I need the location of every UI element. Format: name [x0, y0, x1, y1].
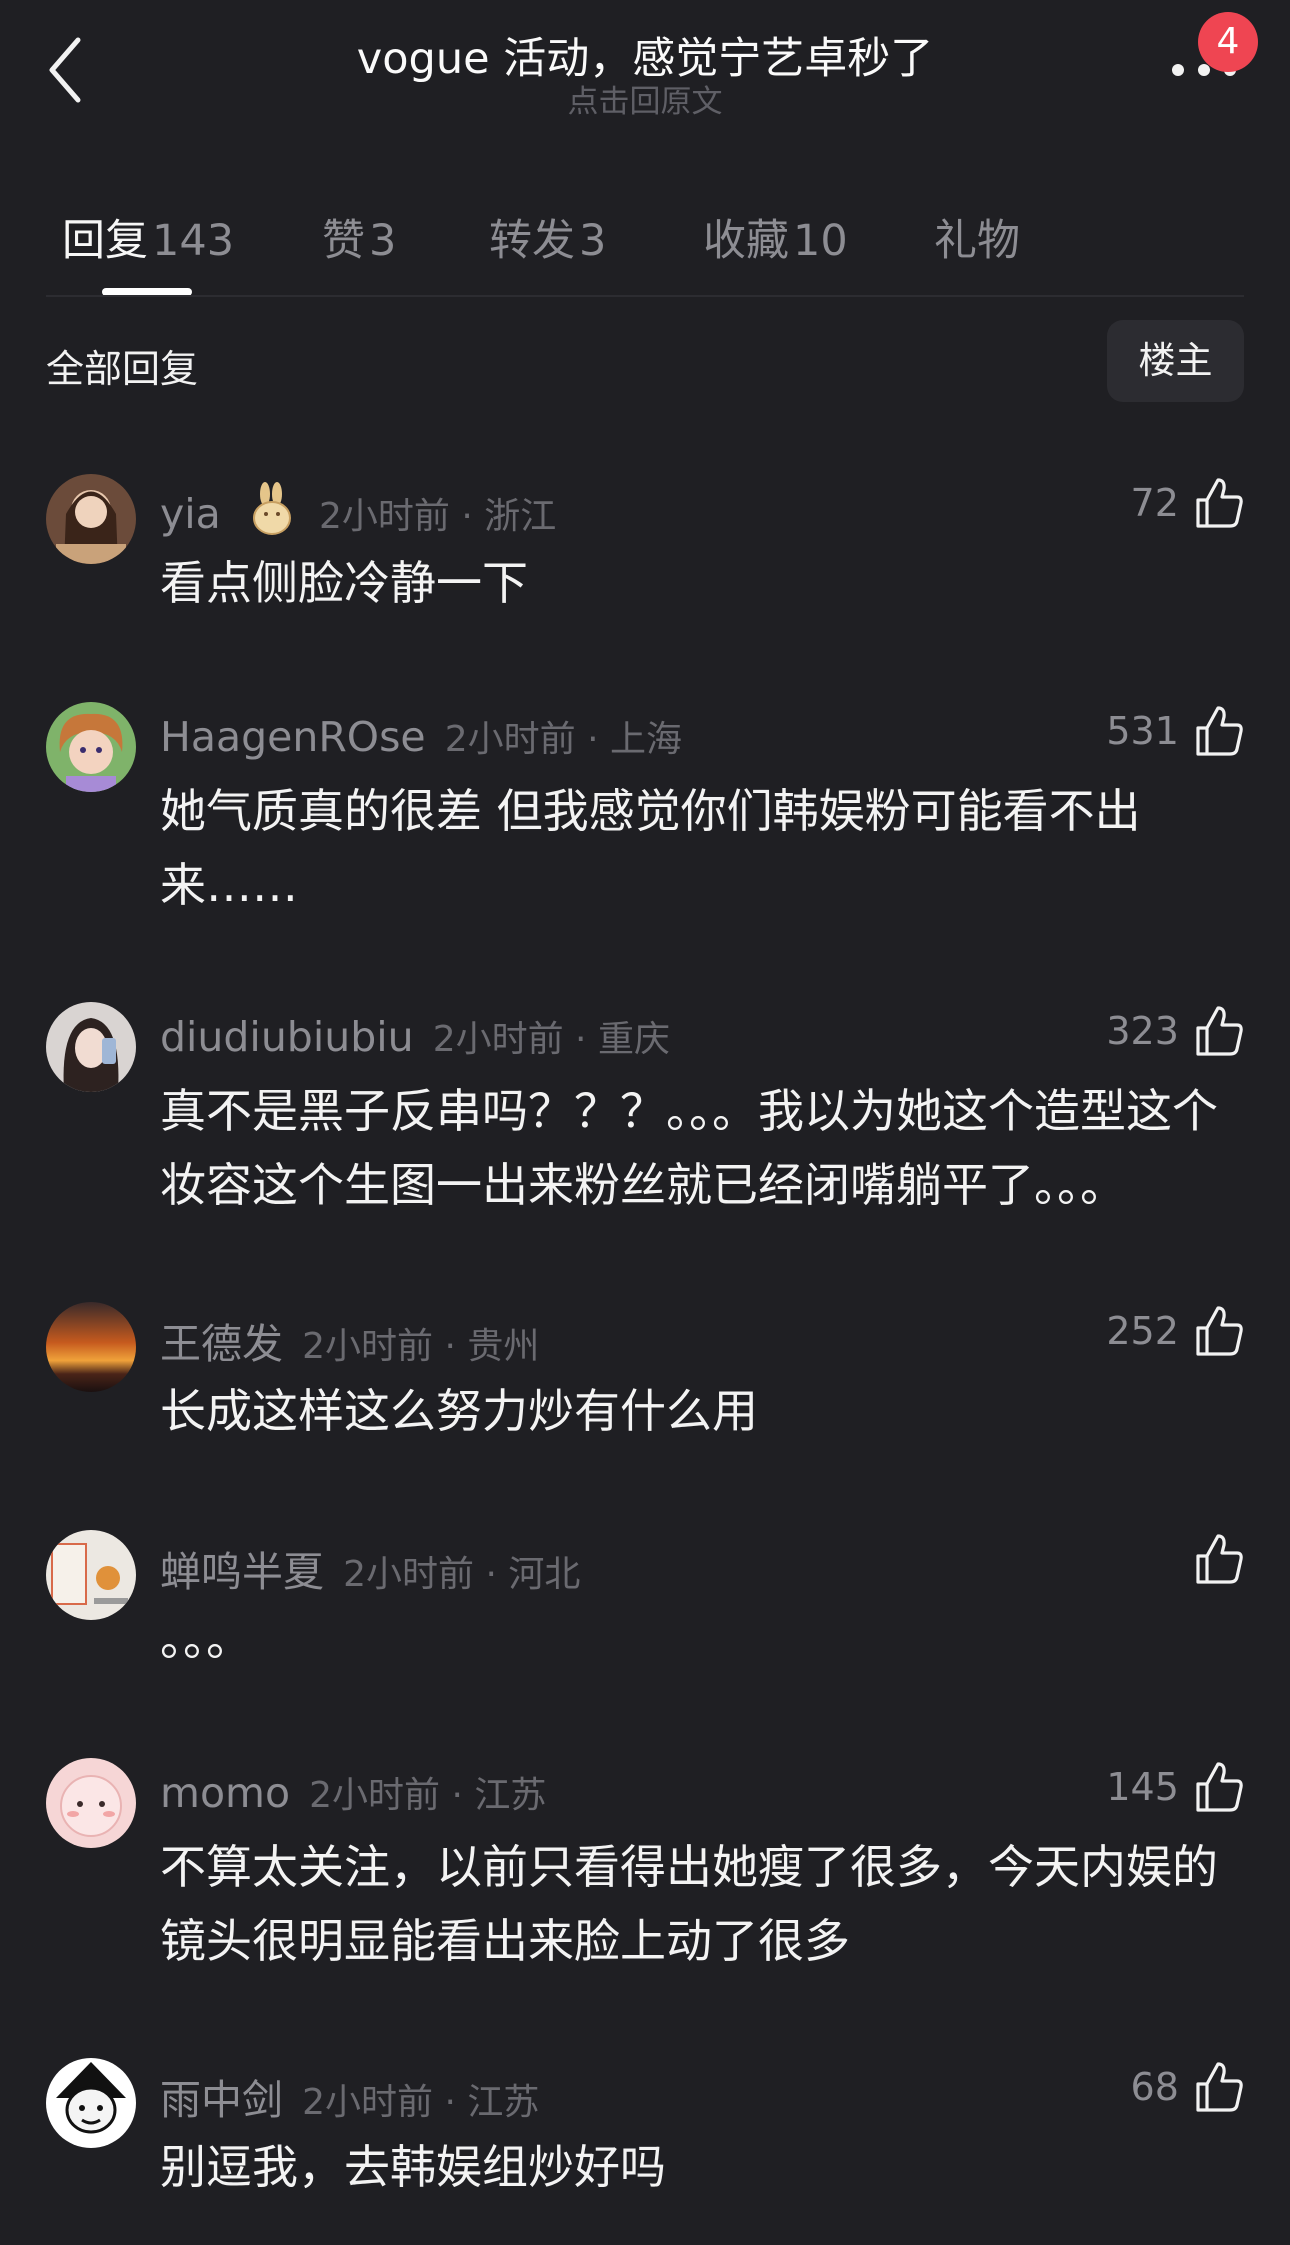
divider — [46, 295, 1244, 297]
like-count: 145 — [1106, 1765, 1179, 1809]
thumbs-up-icon — [1196, 1534, 1243, 1584]
like-count: 252 — [1106, 1309, 1179, 1353]
time-location: 2小时前 · 贵州 — [302, 1326, 540, 1367]
like-button[interactable]: 531 — [1106, 704, 1244, 764]
thumbs-up-icon — [1196, 2062, 1243, 2112]
avatar[interactable] — [46, 1530, 136, 1620]
username[interactable]: yia — [160, 490, 221, 538]
tab-favorites[interactable]: 收藏10 — [703, 206, 848, 268]
username[interactable]: momo — [160, 1769, 290, 1817]
tab-likes[interactable]: 赞3 — [322, 206, 396, 268]
comment-text: 真不是黑子反串吗？？？。。。我以为她这个造型这个妆容这个生图一出来粉丝就已经闭嘴… — [160, 1084, 1218, 1212]
like-count: 323 — [1106, 1009, 1179, 1053]
comment-meta: 王德发 2小时前 · 贵州 — [160, 1310, 540, 1368]
comment-text: 。。。 — [160, 1612, 252, 1666]
avatar[interactable] — [46, 1758, 136, 1848]
like-button[interactable]: 68 — [1131, 2060, 1244, 2120]
tab-count: 143 — [152, 216, 235, 266]
thumbs-up-icon — [1196, 706, 1243, 756]
like-count: 72 — [1130, 481, 1179, 525]
comment-meta: HaagenROse 2小时前 · 上海 — [160, 710, 682, 766]
tab-gifts[interactable]: 礼物 — [934, 206, 1020, 268]
thumbs-up-icon — [1196, 1006, 1243, 1056]
tab-replies[interactable]: 回复143 — [62, 206, 234, 268]
time-location: 2小时前 · 浙江 — [318, 496, 557, 537]
time-location: 2小时前 · 重庆 — [432, 1019, 670, 1060]
avatar[interactable] — [46, 702, 136, 792]
tab-reposts[interactable]: 转发3 — [489, 206, 606, 268]
time-location: 2小时前 · 上海 — [444, 719, 683, 760]
comment-text: 长成这样这么努力炒有什么用 — [160, 1384, 758, 1438]
like-button[interactable]: 323 — [1106, 1004, 1244, 1064]
back-to-post-link[interactable]: 点击回原文 — [0, 76, 1290, 121]
thumbs-up-icon — [1196, 1762, 1243, 1812]
like-button[interactable]: 252 — [1106, 1304, 1244, 1364]
comment-text: 不算太关注，以前只看得出她瘦了很多，今天内娱的镜头很明显能看出来脸上动了很多 — [160, 1840, 1218, 1968]
notification-badge: 4 — [1198, 12, 1258, 72]
comment-meta: momo 2小时前 · 江苏 — [160, 1766, 546, 1822]
username[interactable]: 蝉鸣半夏 — [160, 1548, 324, 1596]
like-button[interactable]: 72 — [1131, 476, 1244, 536]
owner-filter-button[interactable]: 楼主 — [1107, 320, 1244, 402]
comment-meta: diudiubiubiu 2小时前 · 重庆 — [160, 1010, 670, 1066]
username[interactable]: 雨中剑 — [160, 2076, 283, 2124]
username[interactable]: HaagenROse — [160, 713, 426, 761]
tab-count: 3 — [579, 216, 607, 266]
time-location: 2小时前 · 河北 — [343, 1554, 581, 1595]
like-count: 531 — [1106, 709, 1179, 753]
thumbs-up-icon — [1196, 1306, 1243, 1356]
comment-text: 别逗我，去韩娱组炒好吗 — [160, 2140, 666, 2194]
top-bar: vogue 活动，感觉宁艺卓秒了 点击回原文 4 — [0, 0, 1290, 140]
tab-count: 3 — [369, 216, 397, 266]
comment-text: 她气质真的很差 但我感觉你们韩娱粉可能看不出来…… — [160, 784, 1141, 912]
avatar[interactable] — [46, 2058, 136, 2148]
like-button[interactable]: 145 — [1106, 1760, 1244, 1820]
section-title: 全部回复 — [46, 347, 199, 391]
comment-meta: yia 2小时前 · 浙江 — [160, 482, 556, 538]
tab-label: 回复 — [62, 216, 148, 266]
avatar[interactable] — [46, 1302, 136, 1392]
time-location: 2小时前 · 江苏 — [309, 1775, 547, 1816]
comment-text: 看点侧脸冷静一下 — [160, 556, 528, 610]
like-count: 68 — [1130, 2065, 1179, 2109]
rabbit-badge-icon — [252, 482, 291, 535]
username[interactable]: 王德发 — [160, 1320, 283, 1368]
tab-label: 礼物 — [934, 216, 1020, 266]
tab-label: 转发 — [489, 216, 575, 266]
tab-label: 赞 — [322, 216, 365, 266]
thumbs-up-icon — [1196, 478, 1243, 528]
like-button[interactable] — [1184, 1532, 1244, 1592]
avatar[interactable] — [46, 1002, 136, 1092]
username[interactable]: diudiubiubiu — [160, 1013, 414, 1061]
tab-label: 收藏 — [703, 216, 789, 266]
comment-meta: 蝉鸣半夏 2小时前 · 河北 — [160, 1538, 581, 1596]
tab-bar: 回复143 赞3 转发3 收藏10 礼物 — [0, 180, 1290, 296]
comment-meta: 雨中剑 2小时前 · 江苏 — [160, 2066, 540, 2124]
tab-count: 10 — [793, 216, 848, 266]
time-location: 2小时前 · 江苏 — [302, 2082, 540, 2123]
avatar[interactable] — [46, 474, 136, 564]
